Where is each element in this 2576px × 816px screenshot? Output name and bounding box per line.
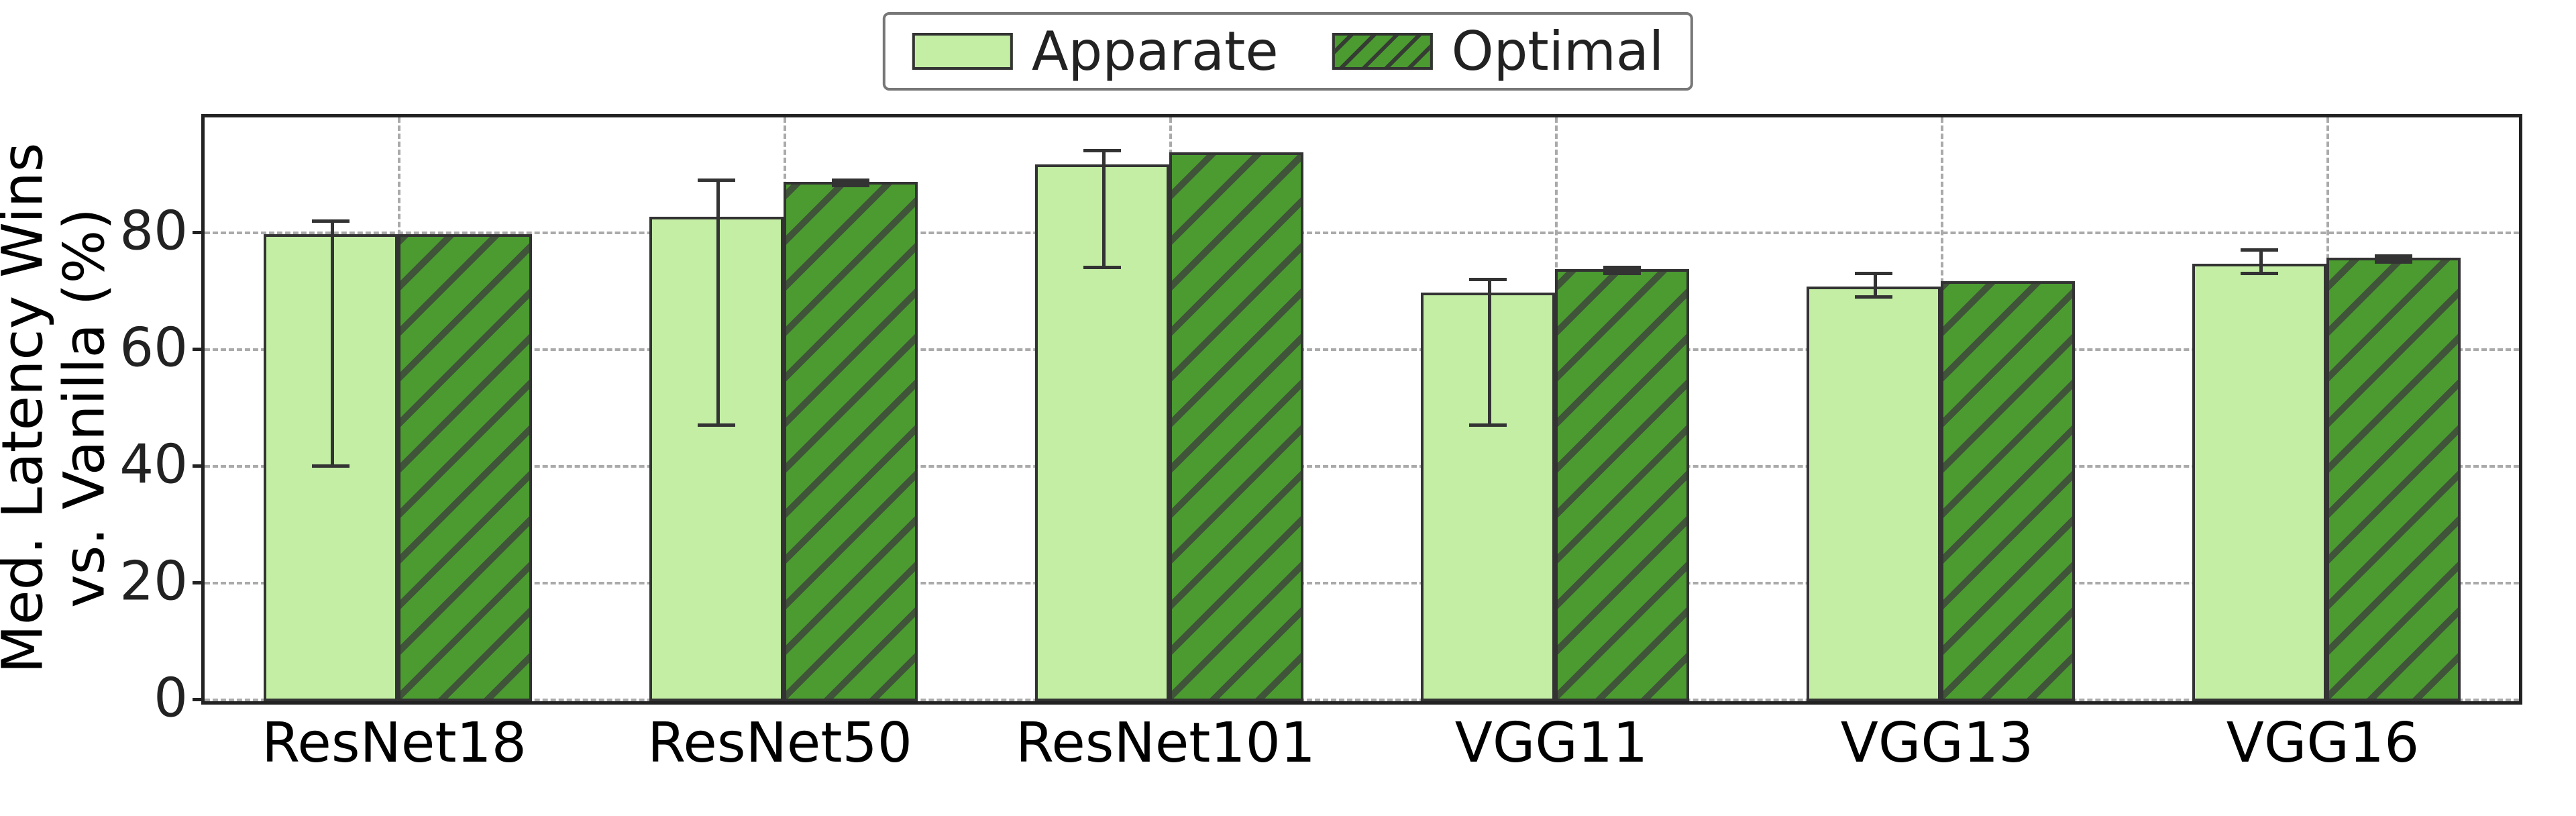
errorbar-cap <box>1603 266 1641 269</box>
errorbar-cap <box>832 184 869 187</box>
legend-swatch-optimal <box>1332 33 1433 70</box>
errorbar-cap <box>2375 260 2412 264</box>
y-axis-label-line2: vs. Vanilla (%) <box>52 208 117 608</box>
x-tick-label: VGG16 <box>2226 711 2420 775</box>
errorbar-cap <box>1469 278 1507 281</box>
bar-optimal-resnet50 <box>784 182 918 701</box>
errorbar-cap <box>312 464 350 468</box>
errorbar-cap <box>1855 295 1892 299</box>
errorbar-cap <box>698 178 735 182</box>
bar-optimal-resnet18 <box>398 234 532 701</box>
errorbar-cap <box>1083 266 1121 269</box>
bar-apparate-vgg13 <box>1807 287 1941 701</box>
errorbar <box>716 182 720 427</box>
errorbar-cap <box>1603 272 1641 275</box>
gridline <box>205 348 2519 351</box>
gridline <box>205 232 2519 234</box>
bar-apparate-vgg16 <box>2192 264 2326 702</box>
bar-optimal-vgg13 <box>1941 281 2075 701</box>
errorbar-cap <box>2375 254 2412 258</box>
legend-label-optimal: Optimal <box>1452 20 1664 83</box>
errorbar <box>1488 281 1491 427</box>
plot-area <box>201 114 2522 705</box>
errorbar-cap <box>1083 149 1121 152</box>
errorbar-cap <box>2241 248 2278 252</box>
y-tick-label: 20 <box>94 550 188 613</box>
y-axis-label-line1: Med. Latency Wins <box>0 142 56 673</box>
errorbar-cap <box>832 178 869 182</box>
x-tick-label: ResNet101 <box>1016 711 1316 775</box>
errorbar-cap <box>1469 423 1507 427</box>
bar-optimal-resnet101 <box>1169 152 1303 701</box>
legend-item-apparate: Apparate <box>912 20 1279 83</box>
errorbar-cap <box>1855 272 1892 275</box>
legend-label-apparate: Apparate <box>1032 20 1279 83</box>
gridline <box>205 465 2519 468</box>
errorbar-cap <box>312 219 350 223</box>
bar-optimal-vgg11 <box>1555 269 1689 701</box>
errorbar-cap <box>698 423 735 427</box>
gridline <box>205 582 2519 584</box>
bar-optimal-vgg16 <box>2326 258 2461 701</box>
x-tick-label: VGG13 <box>1841 711 2034 775</box>
chart: Apparate Optimal Med. Latency Wins vs. V… <box>0 0 2576 816</box>
x-tick-label: ResNet50 <box>647 711 912 775</box>
legend-swatch-apparate <box>912 33 1013 70</box>
errorbar <box>331 223 334 468</box>
y-tick-label: 40 <box>94 434 188 496</box>
y-tick-label: 0 <box>94 667 188 729</box>
gridline <box>205 699 2519 701</box>
x-tick-label: ResNet18 <box>262 711 527 775</box>
x-tick-label: VGG11 <box>1455 711 1648 775</box>
y-tick-label: 80 <box>94 200 188 262</box>
errorbar <box>1102 152 1106 269</box>
legend: Apparate Optimal <box>883 12 1693 91</box>
legend-item-optimal: Optimal <box>1332 20 1664 83</box>
errorbar-cap <box>2241 272 2278 275</box>
y-tick-label: 60 <box>94 317 188 379</box>
